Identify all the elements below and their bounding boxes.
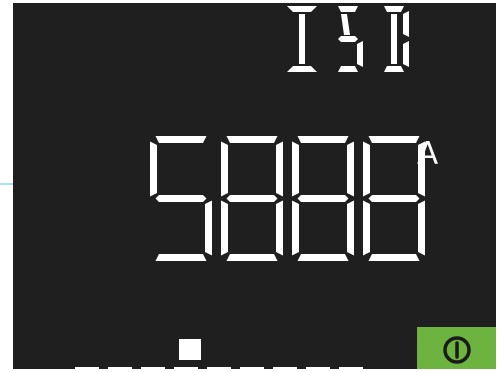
mode-char-s: [338, 6, 363, 72]
segment-g: [155, 195, 207, 202]
mode-indicator-text: ISD: [13, 3, 14, 4]
bar-segment: [75, 367, 99, 369]
bar-segment: [141, 367, 165, 369]
segment: [403, 41, 409, 67]
segment-b: [347, 141, 354, 197]
bar-segment: [174, 367, 198, 369]
lcd-screen: ISD 5888 A: [13, 3, 496, 369]
segment-a: [226, 136, 278, 143]
bar-segment: [339, 367, 363, 369]
segment: [341, 14, 350, 35]
square-marker: [179, 339, 201, 360]
mode-char-i: [287, 6, 317, 72]
segment: [299, 14, 305, 64]
segment-d: [297, 254, 349, 261]
segment: [391, 14, 397, 64]
segment-a: [297, 136, 349, 143]
segment-f: [363, 141, 370, 197]
segment-e: [292, 200, 299, 256]
digit-4: [363, 136, 425, 261]
segment-f: [221, 141, 228, 197]
segment-b: [276, 141, 283, 197]
segment: [287, 6, 317, 12]
bar-segment: [273, 367, 297, 369]
segment-g: [226, 195, 278, 202]
current-value-text: 5888: [13, 3, 14, 4]
bar-segment: [207, 367, 231, 369]
mode-char-d: [384, 6, 409, 72]
segment-c: [276, 200, 283, 256]
unit-label: A: [417, 136, 439, 172]
current-value-display: [150, 136, 425, 261]
segment: [403, 11, 409, 37]
segment-e: [221, 200, 228, 256]
bar-segment: [108, 367, 132, 369]
segment-f: [292, 141, 299, 197]
bar-segment: [240, 367, 264, 369]
segment-a: [155, 136, 207, 143]
segment-g: [297, 195, 349, 202]
segment: [287, 66, 317, 72]
mode-indicator: [287, 6, 409, 72]
segment-a: [368, 136, 420, 143]
segment: [384, 66, 404, 72]
segment-d: [155, 254, 207, 261]
segment-d: [226, 254, 278, 261]
segment-c: [205, 200, 212, 256]
digit-1: [150, 136, 212, 261]
segment-e: [363, 200, 370, 256]
segment-c: [418, 200, 425, 256]
segment: [338, 36, 358, 42]
segment-c: [347, 200, 354, 256]
segment: [338, 6, 358, 12]
segment: [357, 41, 363, 67]
power-icon: [442, 335, 471, 364]
power-button[interactable]: [417, 327, 496, 369]
digit-3: [292, 136, 354, 261]
segment-g: [368, 195, 420, 202]
segment-d: [368, 254, 420, 261]
bar-segment: [306, 367, 330, 369]
digit-2: [221, 136, 283, 261]
status-bar-segments: [75, 367, 363, 369]
segment: [338, 66, 358, 72]
segment: [384, 6, 404, 12]
segment-f: [150, 141, 157, 197]
